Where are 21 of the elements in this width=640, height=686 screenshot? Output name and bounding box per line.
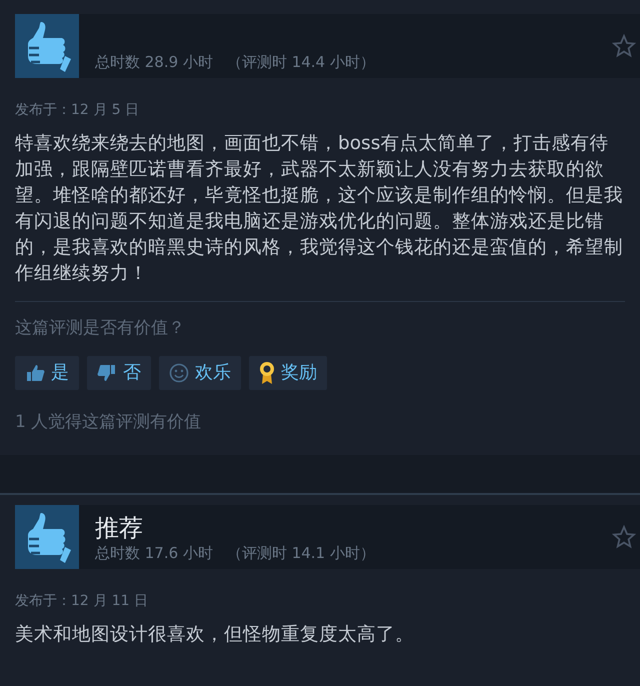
no-button[interactable]: 否 xyxy=(87,356,151,390)
helpful-count: 1 人觉得这篇评测有价值 xyxy=(15,410,202,434)
posted-date: 发布于：12 月 11 日 xyxy=(15,592,149,611)
total-hours: 总时数 17.6 小时 xyxy=(95,543,213,563)
review-text: 特喜欢绕来绕去的地图，画面也不错，boss有点太简单了，打击感有待加强，跟隔壁匹诺曹看齐最好，武器不太新颖让人没有努力去获取的欲望。堆怪啥的都还好，毕竟怪也挺脆，这个应该是制作组的怜悯。但是我有闪退的问题不知道是我电脑还是游戏优化的问题。整体游戏还是比错的，是我喜欢的暗黑史诗的风格，我觉得这个钱花的还是蛮值的，希望制作组继续努力！ xyxy=(15,132,624,286)
award-button[interactable]: 奖励 xyxy=(249,356,327,390)
review-text: 美术和地图设计很喜欢，但怪物重复度太高了。 xyxy=(15,623,415,647)
smiley-icon xyxy=(169,362,189,382)
award-medal-icon xyxy=(259,360,275,384)
posted-date: 发布于：12 月 5 日 xyxy=(15,101,140,120)
thumbs-down-icon xyxy=(97,364,117,382)
total-hours: 总时数 28.9 小时 xyxy=(95,52,213,72)
review-verdict: 推荐 xyxy=(95,513,144,543)
funny-button[interactable]: 欢乐 xyxy=(159,356,241,390)
review-hours: （评测时 14.4 小时） xyxy=(226,52,375,72)
thumbs-up-icon xyxy=(25,364,45,382)
star-icon[interactable] xyxy=(612,34,636,58)
star-icon[interactable] xyxy=(612,525,636,549)
helpful-question: 这篇评测是否有价值？ xyxy=(15,317,186,340)
review-hours: （评测时 14.1 小时） xyxy=(226,543,375,563)
yes-button[interactable]: 是 xyxy=(15,356,79,390)
